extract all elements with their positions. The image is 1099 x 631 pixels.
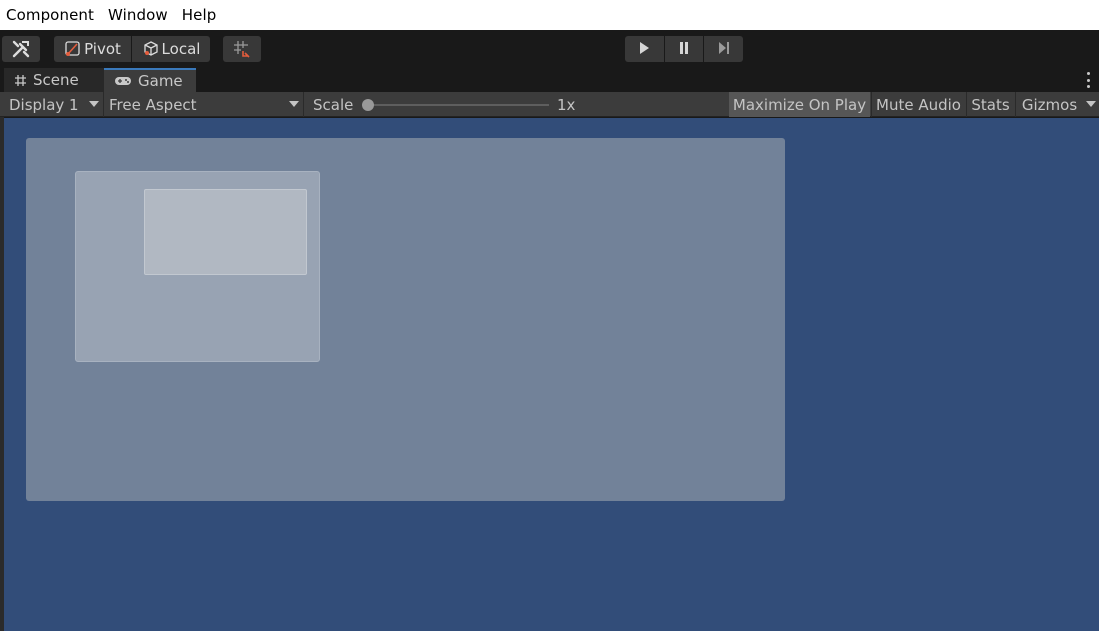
tab-bar: Scene Game xyxy=(0,68,1099,92)
gizmos-dropdown-icon[interactable] xyxy=(1086,101,1096,107)
display-dropdown[interactable]: Display 1 xyxy=(4,92,104,117)
aspect-dropdown[interactable]: Free Aspect xyxy=(104,92,304,117)
playmode-controls xyxy=(625,36,744,62)
local-toggle[interactable]: Local xyxy=(132,36,210,62)
pause-icon xyxy=(677,40,691,59)
display-value: Display 1 xyxy=(9,95,79,114)
pivot-toggle[interactable]: Pivot xyxy=(54,36,131,62)
menu-component[interactable]: Component xyxy=(6,6,94,24)
gizmos-toggle[interactable]: Gizmos xyxy=(1015,92,1083,117)
local-label: Local xyxy=(161,40,201,58)
play-button[interactable] xyxy=(625,36,664,62)
grid-hash-icon xyxy=(14,74,27,87)
tab-menu-icon[interactable] xyxy=(1087,72,1091,88)
menu-help[interactable]: Help xyxy=(182,6,217,24)
local-cube-icon xyxy=(142,40,160,58)
pause-button[interactable] xyxy=(664,36,704,62)
play-icon xyxy=(637,40,651,59)
aspect-value: Free Aspect xyxy=(109,95,197,114)
ui-panel-inner xyxy=(144,189,307,275)
stats-toggle[interactable]: Stats xyxy=(966,92,1014,117)
mute-audio-toggle[interactable]: Mute Audio xyxy=(871,92,965,117)
gamepad-icon xyxy=(114,75,132,87)
chevron-down-icon xyxy=(289,101,299,107)
menu-bar: Component Window Help xyxy=(0,0,1099,30)
tab-game[interactable]: Game xyxy=(104,68,196,92)
pivot-icon xyxy=(64,40,82,58)
scale-slider-track[interactable] xyxy=(367,104,549,106)
tools-button[interactable] xyxy=(2,36,40,62)
game-toolbar: Display 1 Free Aspect Scale 1x Maximize … xyxy=(0,92,1099,117)
chevron-down-icon xyxy=(89,101,99,107)
tab-scene[interactable]: Scene xyxy=(4,68,104,92)
tools-icon xyxy=(11,39,31,59)
scale-slider-handle[interactable] xyxy=(362,99,374,111)
grid-snap-button[interactable] xyxy=(223,36,261,62)
step-button[interactable] xyxy=(704,36,744,62)
menu-window[interactable]: Window xyxy=(108,6,168,24)
tab-game-label: Game xyxy=(138,72,183,90)
grid-snap-icon xyxy=(232,39,252,59)
scale-label: Scale xyxy=(313,95,354,114)
main-toolbar: Pivot Local xyxy=(0,30,1099,68)
maximize-on-play-toggle[interactable]: Maximize On Play xyxy=(729,92,870,117)
pivot-label: Pivot xyxy=(84,40,121,58)
tab-scene-label: Scene xyxy=(33,71,79,89)
scale-value: 1x xyxy=(557,95,576,114)
step-icon xyxy=(717,40,731,59)
